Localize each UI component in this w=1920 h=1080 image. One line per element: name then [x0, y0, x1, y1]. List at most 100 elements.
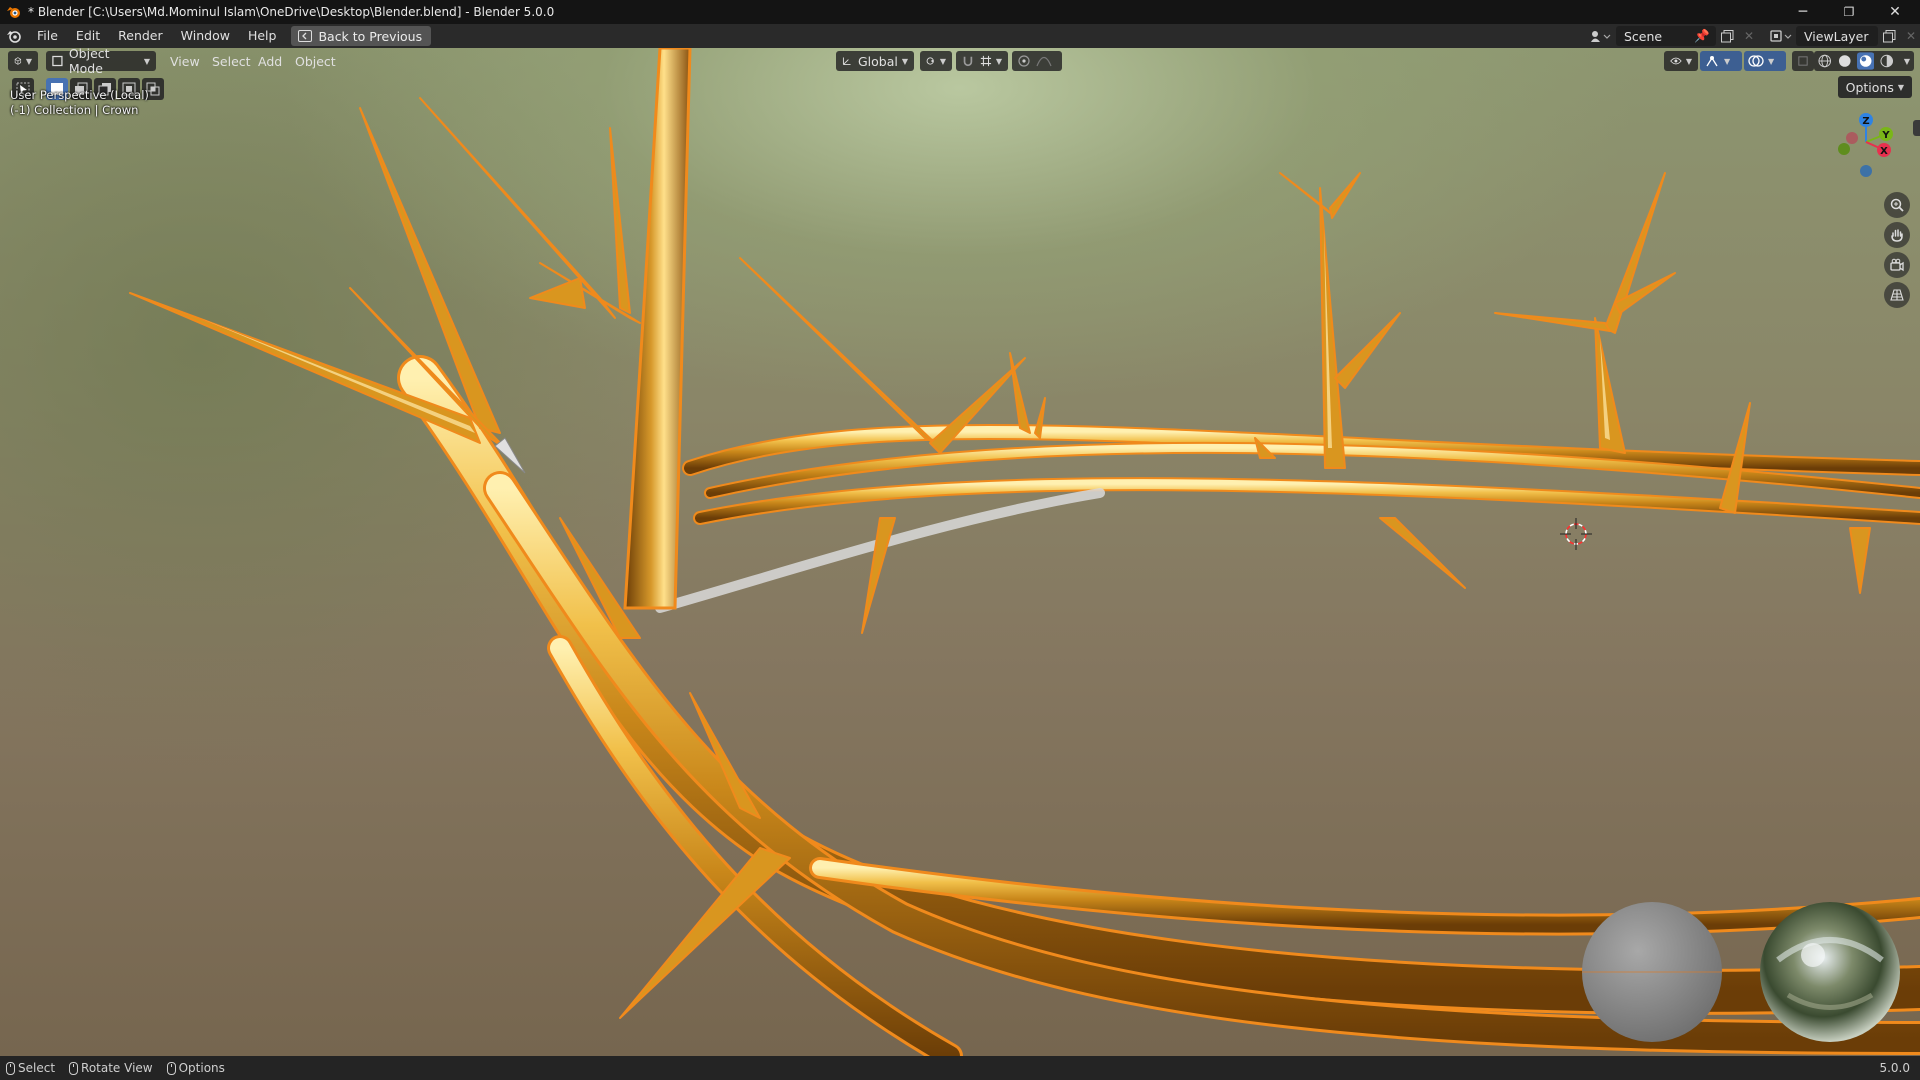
back-to-previous-label: Back to Previous — [318, 28, 423, 44]
hand-icon — [1891, 229, 1903, 242]
object-mode-icon — [52, 55, 63, 67]
proportional-editing-controls[interactable] — [1012, 51, 1062, 71]
pin-icon[interactable]: 📌 — [1694, 28, 1710, 44]
mouse-left-icon — [6, 1061, 15, 1075]
pivot-point-icon — [926, 57, 934, 65]
rendered-shading-icon[interactable] — [1880, 54, 1894, 68]
menu-help[interactable]: Help — [239, 25, 286, 47]
xray-toggle[interactable] — [1792, 51, 1814, 71]
navigation-gizmo[interactable]: Z Y X — [1822, 108, 1902, 188]
sidebar-toggle-handle[interactable] — [1913, 120, 1920, 136]
neg-z-axis-handle[interactable] — [1860, 165, 1872, 177]
restore-icon: ❐ — [1843, 5, 1855, 19]
z-axis-handle[interactable]: Z — [1859, 113, 1873, 127]
view-layer-name-field[interactable]: ViewLayer — [1796, 26, 1878, 46]
close-button[interactable]: ✕ — [1872, 0, 1918, 24]
transform-orientation-dropdown[interactable]: Global ▼ — [836, 51, 914, 71]
neg-y-axis-handle[interactable] — [1838, 143, 1850, 155]
menu-add[interactable]: Add — [256, 51, 284, 71]
svg-text:Z: Z — [1862, 116, 1869, 127]
menu-render[interactable]: Render — [109, 25, 172, 47]
back-to-previous-button[interactable]: Back to Previous — [291, 26, 432, 46]
menu-select[interactable]: Select — [210, 51, 253, 71]
status-options-label: Options — [178, 1061, 225, 1075]
y-axis-handle[interactable]: Y — [1879, 127, 1893, 141]
menu-file[interactable]: File — [28, 25, 67, 47]
3d-cursor[interactable] — [1560, 518, 1592, 550]
active-collection-label: (-1) Collection | Crown — [10, 103, 139, 117]
view-layer-name: ViewLayer — [1804, 28, 1869, 44]
object-mode-label: Object Mode — [68, 48, 110, 76]
blender-logo-icon — [7, 7, 20, 18]
new-view-layer-button[interactable] — [1878, 26, 1900, 46]
status-select-hint: Select — [6, 1061, 55, 1075]
object-visibility-dropdown[interactable]: ▼ — [1664, 51, 1698, 71]
overlays-toggle[interactable]: ▼ — [1744, 51, 1786, 71]
grid-perspective-icon — [1890, 289, 1904, 301]
menu-edit[interactable]: Edit — [67, 25, 109, 47]
view-layer-icon — [1770, 30, 1792, 42]
magnet-icon — [963, 56, 973, 67]
x-icon: ✕ — [1905, 29, 1917, 43]
screen-back-icon — [298, 30, 313, 42]
material-preview-sphere — [1582, 902, 1722, 1042]
menu-window[interactable]: Window — [172, 25, 239, 47]
3d-viewport[interactable]: ▼ Object Mode ▼ View Select Add Object Gl… — [0, 48, 1920, 1056]
material-preview-shading-icon[interactable] — [1857, 52, 1875, 70]
x-axis-handle[interactable]: X — [1877, 143, 1891, 157]
snap-controls[interactable]: ▼ — [956, 51, 1008, 71]
orientation-axes-icon — [842, 57, 851, 66]
new-scene-button[interactable] — [1716, 26, 1738, 46]
object-mode-dropdown[interactable]: Object Mode ▼ — [46, 48, 156, 76]
editor-type-button[interactable]: ▼ — [8, 51, 38, 71]
options-label: Options — [1845, 79, 1894, 95]
x-icon: ✕ — [1743, 29, 1755, 43]
menu-object[interactable]: Object — [293, 51, 338, 71]
status-rotate-view-label: Rotate View — [81, 1061, 153, 1075]
minimize-button[interactable]: ─ — [1780, 0, 1826, 24]
perspective-label: User Perspective (Local) — [10, 88, 149, 102]
overlays-icon — [1748, 55, 1764, 67]
restore-button[interactable]: ❐ — [1826, 0, 1872, 24]
solid-shading-icon[interactable] — [1838, 54, 1852, 68]
neg-x-axis-handle[interactable] — [1846, 132, 1858, 144]
status-rotate-view-hint: Rotate View — [69, 1061, 153, 1075]
copy-icon — [1882, 29, 1895, 42]
blender-menu-icon[interactable] — [6, 28, 22, 44]
view-layer-selector: ViewLayer ✕ — [1766, 26, 1920, 46]
zoom-view-button[interactable] — [1884, 192, 1910, 218]
top-menu-bar: File Edit Render Window Help Back to Pre… — [0, 24, 1920, 48]
wireframe-shading-icon[interactable] — [1818, 54, 1832, 68]
status-options-hint: Options — [166, 1061, 225, 1075]
minimize-icon: ─ — [1798, 4, 1808, 20]
camera-icon — [1890, 258, 1904, 272]
delete-scene-button[interactable]: ✕ — [1738, 26, 1760, 46]
scene-selector: Scene 📌 ✕ — [1584, 26, 1760, 46]
view-layer-browse-button[interactable] — [1766, 26, 1796, 46]
window-title: * Blender [C:\Users\Md.Mominul Islam\One… — [28, 5, 555, 19]
3d-viewport-icon — [14, 57, 22, 65]
pivot-point-dropdown[interactable]: ▼ — [920, 51, 952, 71]
proportional-editing-icon — [1018, 55, 1030, 67]
shading-options-icon[interactable]: ▼ — [1904, 57, 1910, 66]
svg-text:X: X — [1880, 146, 1888, 157]
scene-browse-button[interactable] — [1584, 26, 1616, 46]
camera-view-button[interactable] — [1884, 252, 1910, 278]
toggle-projection-button[interactable] — [1884, 282, 1910, 308]
delete-view-layer-button[interactable]: ✕ — [1900, 26, 1920, 46]
menu-view[interactable]: View — [168, 51, 202, 71]
viewport-header: ▼ Object Mode ▼ View Select Add Object Gl… — [0, 48, 1920, 76]
pan-view-button[interactable] — [1884, 222, 1910, 248]
eye-icon — [1670, 57, 1682, 65]
gizmo-icon — [1706, 56, 1718, 67]
hdri-reflection-sphere — [1760, 902, 1900, 1042]
snap-increment-icon — [980, 55, 991, 67]
shading-mode-selector[interactable]: ▼ — [1814, 51, 1914, 71]
viewport-options-button[interactable]: Options ▼ — [1837, 76, 1912, 98]
svg-text:Y: Y — [1881, 130, 1890, 141]
window-title-bar: * Blender [C:\Users\Md.Mominul Islam\One… — [0, 0, 1920, 24]
scene-name-field[interactable]: Scene 📌 — [1616, 26, 1716, 46]
mouse-right-icon — [166, 1061, 176, 1075]
gizmo-toggle[interactable]: ▼ — [1700, 51, 1742, 71]
status-bar: Select Rotate View Options 5.0.0 — [0, 1056, 1920, 1080]
